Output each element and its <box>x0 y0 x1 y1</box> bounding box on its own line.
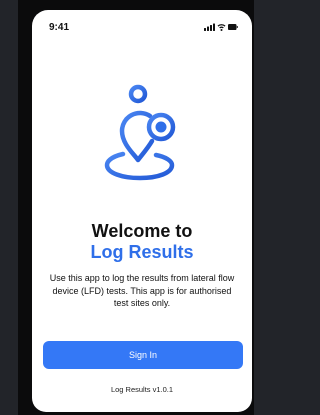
status-time: 9:41 <box>49 22 70 33</box>
signal-icon <box>204 23 215 31</box>
app-name-line: Log Results <box>90 242 194 262</box>
welcome-title: Welcome to Log Results <box>32 221 252 263</box>
app-description: Use this app to log the results from lat… <box>49 273 235 308</box>
status-icons <box>204 23 238 31</box>
status-bar: 9:41 <box>32 10 252 38</box>
location-pin-person-icon <box>98 82 188 182</box>
version-label: Log Results v1.0.1 <box>110 385 174 394</box>
sign-in-button[interactable]: Sign In <box>43 341 243 369</box>
app-screen: 9:41 Welcome to Log Results Use this app… <box>32 10 252 412</box>
wifi-icon <box>217 24 226 31</box>
battery-icon <box>228 24 238 30</box>
welcome-line: Welcome to <box>91 221 193 241</box>
